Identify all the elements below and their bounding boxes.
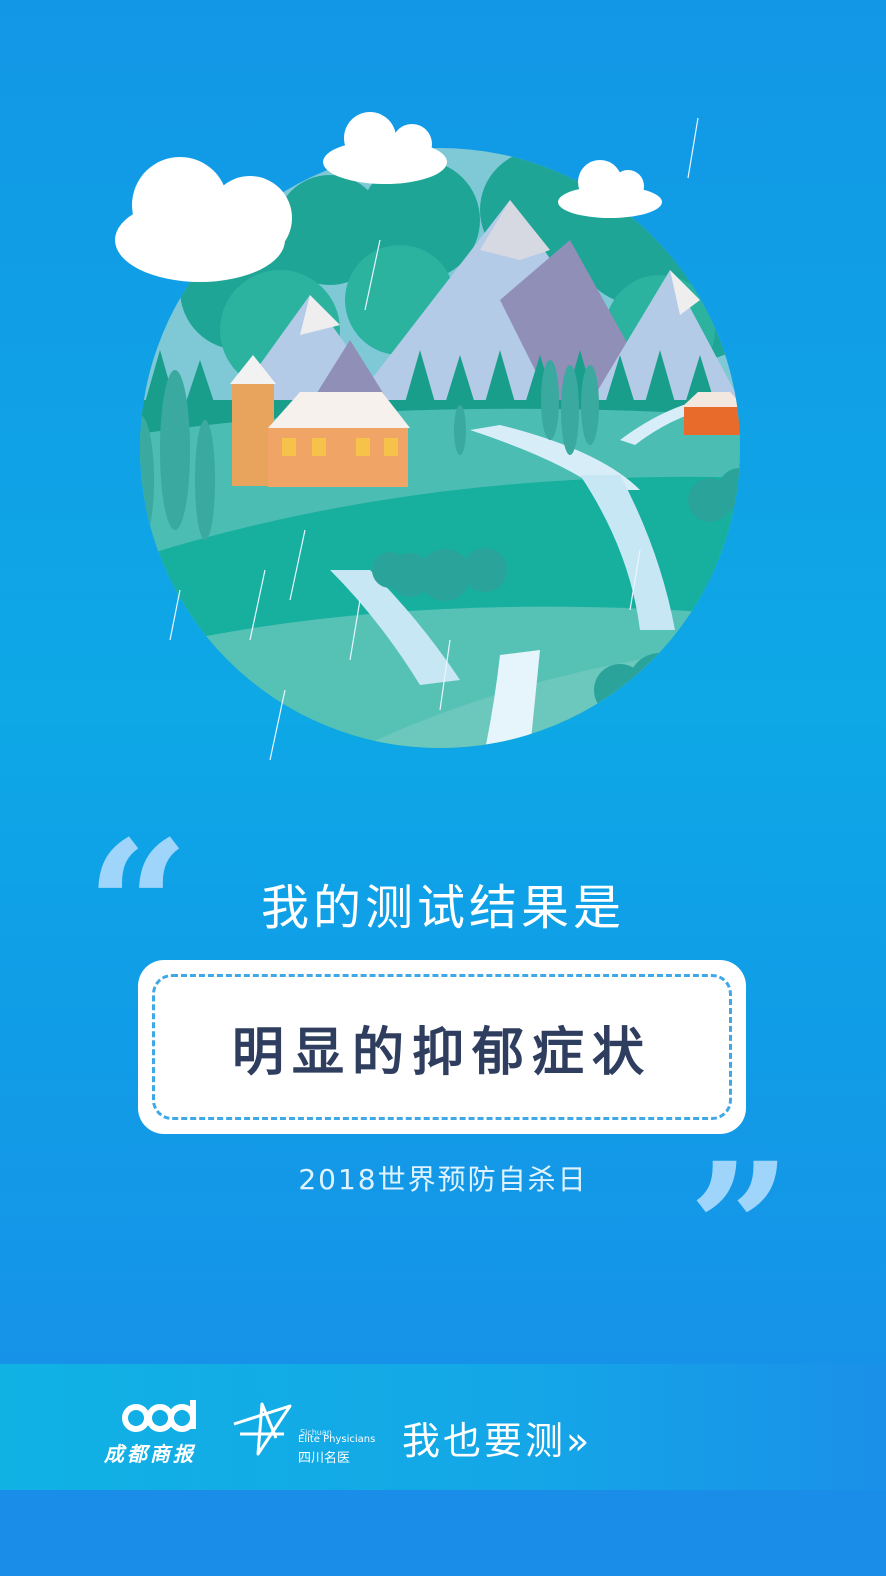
cdsb-logo-text: 成都商报 xyxy=(104,1442,196,1466)
result-heading: 我的测试结果是 xyxy=(260,880,625,936)
elite-physicians-cn: 四川名医 xyxy=(298,1451,351,1466)
bottom-strip xyxy=(0,1490,886,1576)
take-test-button[interactable]: 我也要测» xyxy=(402,1410,592,1465)
result-card-dashed-frame: 明显的抑郁症状 xyxy=(152,974,732,1120)
close-quote-icon: ” xyxy=(688,1124,792,1335)
elite-physicians-en: Elite Physicians xyxy=(298,1434,376,1445)
result-text: 明显的抑郁症状 xyxy=(231,1022,652,1083)
result-card: 明显的抑郁症状 xyxy=(138,960,746,1134)
landscape-illustration xyxy=(115,112,740,761)
